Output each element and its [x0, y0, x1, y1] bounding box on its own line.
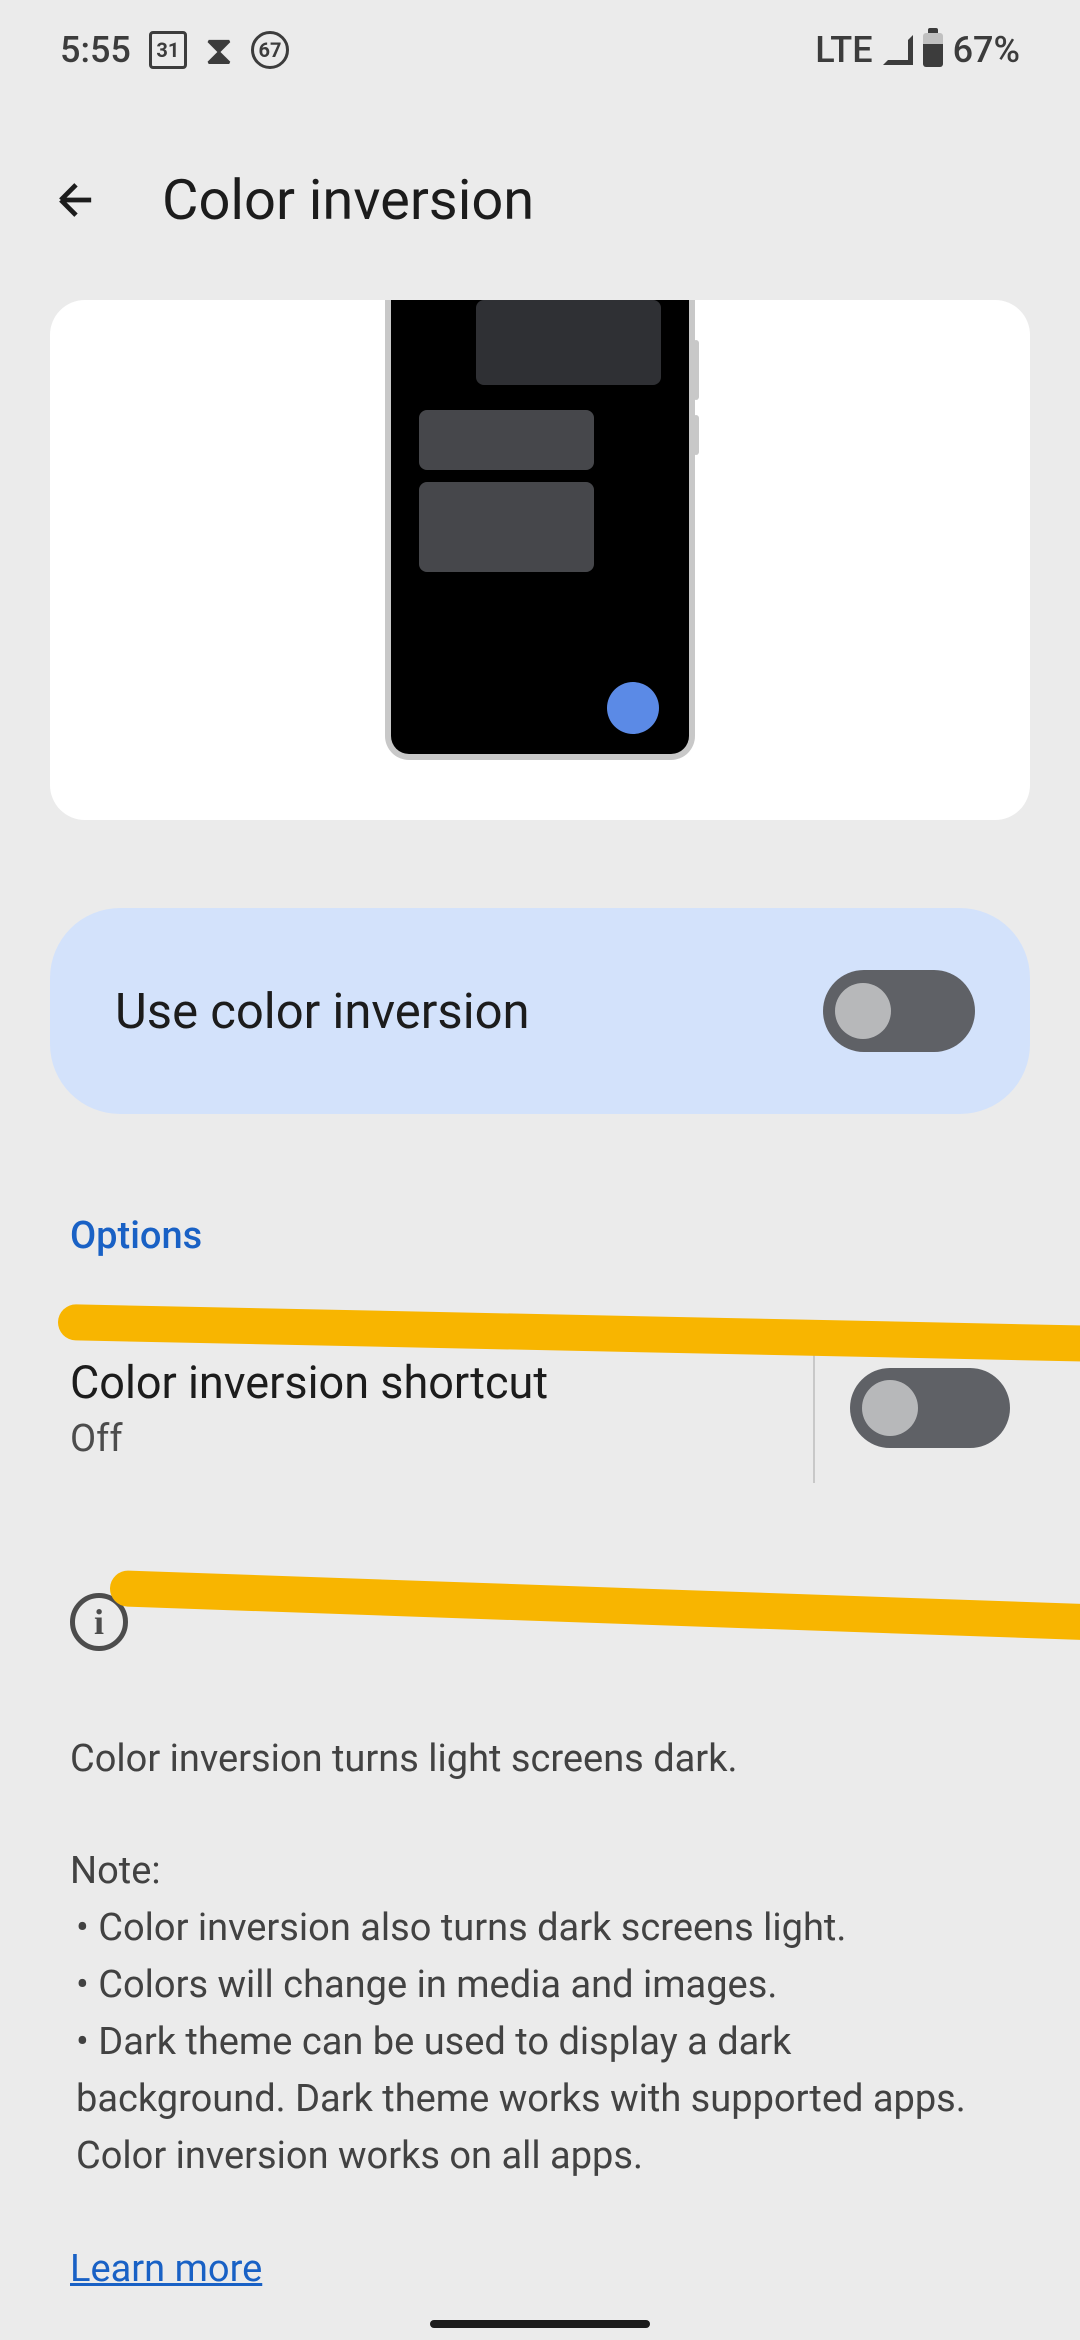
- info-summary: Color inversion turns light screens dark…: [70, 1731, 1010, 1788]
- bullet-item: • Colors will change in media and images…: [76, 1957, 1010, 2014]
- phone-mockup: [385, 300, 695, 760]
- use-color-inversion-switch[interactable]: [823, 970, 975, 1052]
- mock-block: [476, 300, 661, 385]
- info-bullets: • Color inversion also turns dark screen…: [70, 1900, 1010, 2185]
- battery-icon: [923, 33, 943, 67]
- options-section: Options Color inversion shortcut Off i C…: [0, 1214, 1080, 2291]
- phone-side-button-icon: [693, 415, 699, 455]
- signal-icon: [883, 35, 913, 65]
- mock-fab-icon: [607, 682, 659, 734]
- network-label: LTE: [815, 29, 872, 71]
- bullet-item: • Color inversion also turns dark screen…: [76, 1900, 1010, 1957]
- mock-block: [419, 482, 594, 572]
- circle-number-icon: 67: [251, 31, 289, 69]
- use-color-inversion-label: Use color inversion: [115, 983, 530, 1040]
- switch-thumb-icon: [835, 983, 891, 1039]
- learn-more-link[interactable]: Learn more: [70, 2247, 262, 2291]
- status-bar: 5:55 31 ⧗ 67 LTE 67%: [0, 0, 1080, 100]
- switch-thumb-icon: [862, 1380, 918, 1436]
- preview-card: [50, 300, 1030, 820]
- options-header: Options: [70, 1214, 1010, 1258]
- shortcut-title: Color inversion shortcut: [70, 1356, 793, 1409]
- page-header: Color inversion: [0, 100, 1080, 300]
- status-time: 5:55: [60, 29, 131, 71]
- mock-block: [419, 410, 594, 470]
- status-right: LTE 67%: [815, 29, 1020, 71]
- use-color-inversion-row[interactable]: Use color inversion: [50, 908, 1030, 1114]
- phone-side-button-icon: [693, 340, 699, 400]
- battery-percent: 67%: [953, 29, 1020, 71]
- calendar-icon: 31: [149, 31, 187, 69]
- shortcut-switch[interactable]: [850, 1368, 1010, 1448]
- back-button[interactable]: [50, 174, 102, 226]
- hourglass-icon: ⧗: [205, 27, 233, 74]
- bullet-item: • Dark theme can be used to display a da…: [76, 2014, 1010, 2185]
- shortcut-text: Color inversion shortcut Off: [70, 1356, 793, 1461]
- info-note-label: Note:: [70, 1843, 1010, 1900]
- status-left: 5:55 31 ⧗ 67: [60, 27, 289, 74]
- navigation-pill[interactable]: [430, 2320, 650, 2328]
- shortcut-subtitle: Off: [70, 1417, 793, 1461]
- page-title: Color inversion: [162, 167, 534, 233]
